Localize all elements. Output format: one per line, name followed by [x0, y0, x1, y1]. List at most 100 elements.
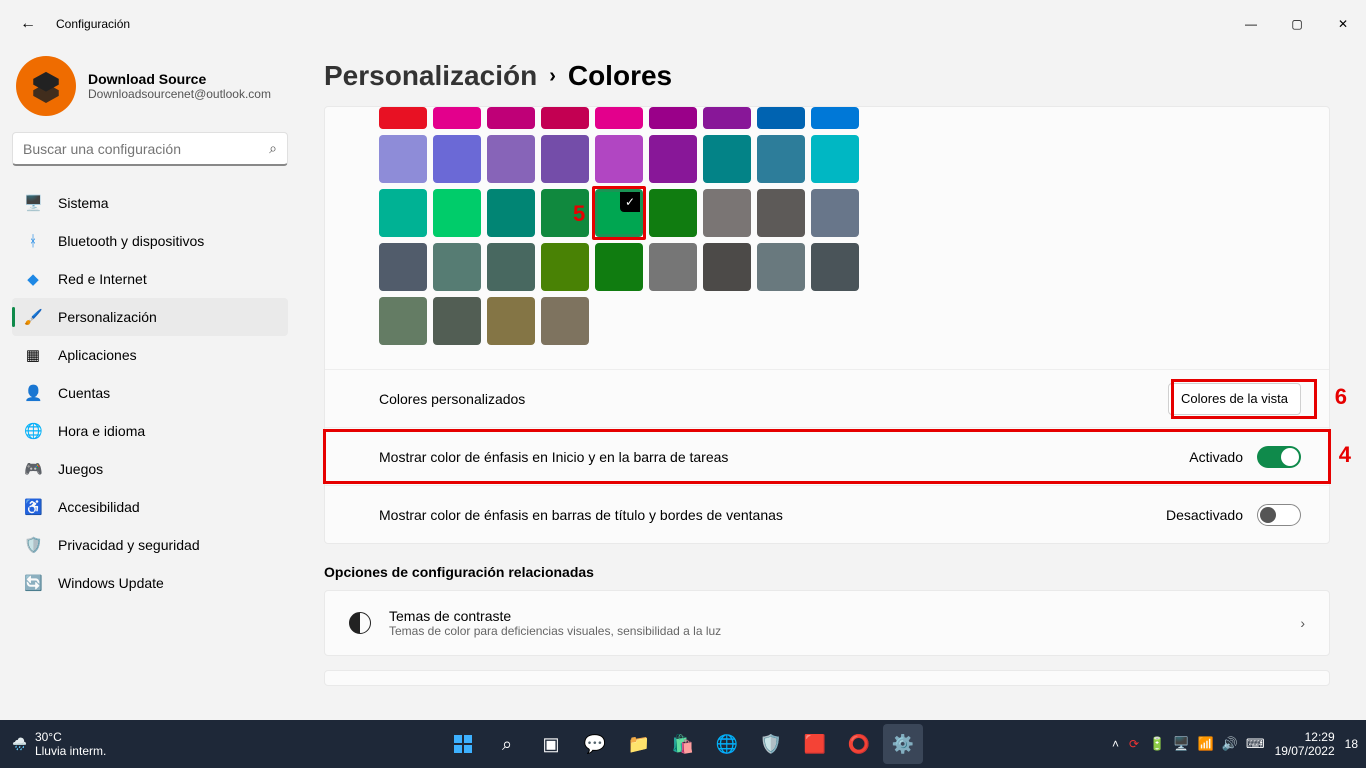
accent-start-toggle[interactable]	[1257, 446, 1301, 468]
tray-volume-icon[interactable]: 🔊	[1222, 736, 1238, 752]
nav-label: Bluetooth y dispositivos	[58, 233, 204, 249]
color-swatch[interactable]	[541, 135, 589, 183]
color-swatch[interactable]	[811, 189, 859, 237]
color-swatch[interactable]	[433, 107, 481, 129]
weather-temp: 30°C	[35, 730, 106, 744]
color-swatch[interactable]	[757, 243, 805, 291]
tray-wifi-icon[interactable]: 📶	[1197, 736, 1213, 752]
view-colors-button[interactable]: Colores de la vista	[1168, 383, 1301, 415]
sidebar-item[interactable]: 🔄Windows Update	[12, 564, 288, 602]
file-explorer-icon[interactable]: 📁	[619, 724, 659, 764]
color-swatch[interactable]	[703, 243, 751, 291]
breadcrumb: Personalización › Colores	[324, 60, 1330, 92]
color-swatch[interactable]	[433, 189, 481, 237]
tray-sync-icon[interactable]: ⟳	[1129, 737, 1139, 751]
color-swatch[interactable]	[595, 243, 643, 291]
sidebar-item[interactable]: 👤Cuentas	[12, 374, 288, 412]
color-swatch[interactable]	[541, 189, 589, 237]
chat-icon[interactable]: 💬	[575, 724, 615, 764]
color-swatch[interactable]	[703, 107, 751, 129]
tray-screen-icon[interactable]: 🖥️	[1173, 736, 1189, 752]
color-swatch[interactable]	[811, 135, 859, 183]
color-swatch[interactable]	[595, 135, 643, 183]
taskbar-weather[interactable]: 🌧️ 30°C Lluvia interm.	[0, 730, 106, 758]
profile-block[interactable]: Download Source Downloadsourcenet@outloo…	[12, 56, 288, 132]
sidebar-item[interactable]: 🖥️Sistema	[12, 184, 288, 222]
taskbar-clock[interactable]: 12:29 19/07/2022	[1275, 730, 1335, 758]
weather-desc: Lluvia interm.	[35, 744, 106, 758]
sidebar-item[interactable]: ♿Accesibilidad	[12, 488, 288, 526]
color-swatch[interactable]	[703, 135, 751, 183]
color-swatch[interactable]	[541, 297, 589, 345]
tray-language-icon[interactable]: ⌨	[1246, 736, 1265, 752]
sidebar-item[interactable]: ᚼBluetooth y dispositivos	[12, 222, 288, 260]
settings-icon[interactable]: ⚙️	[883, 724, 923, 764]
nav-icon: 🖥️	[24, 194, 42, 212]
accent-titlebar-state: Desactivado	[1166, 507, 1243, 523]
edge-icon[interactable]: 🌐	[707, 724, 747, 764]
color-swatch[interactable]	[811, 107, 859, 129]
breadcrumb-parent[interactable]: Personalización	[324, 60, 537, 92]
color-swatch[interactable]: ✓	[595, 189, 643, 237]
color-swatch[interactable]	[649, 189, 697, 237]
color-swatch[interactable]	[541, 107, 589, 129]
color-swatch[interactable]	[757, 135, 805, 183]
sidebar-item[interactable]: ◆Red e Internet	[12, 260, 288, 298]
color-swatch[interactable]	[487, 107, 535, 129]
accent-titlebar-label: Mostrar color de énfasis en barras de tí…	[379, 507, 1166, 523]
color-swatch[interactable]	[703, 189, 751, 237]
tray-battery-icon[interactable]: 🔋	[1149, 736, 1165, 752]
taskbar-search-icon[interactable]: ⌕	[487, 724, 527, 764]
app-icon[interactable]: 🟥	[795, 724, 835, 764]
notifications-badge[interactable]: 18	[1345, 737, 1358, 751]
color-swatch[interactable]	[487, 135, 535, 183]
color-swatch[interactable]	[649, 135, 697, 183]
color-swatch[interactable]	[433, 135, 481, 183]
color-swatch[interactable]	[541, 243, 589, 291]
color-swatch[interactable]	[379, 189, 427, 237]
security-icon[interactable]: 🛡️	[751, 724, 791, 764]
close-button[interactable]: ✕	[1320, 8, 1366, 40]
task-view-icon[interactable]: ▣	[531, 724, 571, 764]
color-swatch[interactable]	[595, 107, 643, 129]
sidebar-item[interactable]: 🖌️Personalización	[12, 298, 288, 336]
color-swatch[interactable]	[487, 243, 535, 291]
color-swatch[interactable]	[379, 135, 427, 183]
profile-email: Downloadsourcenet@outlook.com	[88, 87, 271, 101]
tray-chevron-icon[interactable]: ˄	[1112, 737, 1119, 751]
search-input[interactable]	[23, 141, 269, 157]
color-swatch[interactable]	[379, 107, 427, 129]
sidebar-item[interactable]: ▦Aplicaciones	[12, 336, 288, 374]
minimize-button[interactable]: ―	[1228, 8, 1274, 40]
color-swatch[interactable]	[433, 297, 481, 345]
search-box[interactable]: ⌕	[12, 132, 288, 166]
color-swatch[interactable]	[757, 189, 805, 237]
nav-icon: 🛡️	[24, 536, 42, 554]
search-icon: ⌕	[269, 140, 277, 157]
color-swatch[interactable]	[649, 107, 697, 129]
color-swatch[interactable]	[811, 243, 859, 291]
sidebar-item[interactable]: 🛡️Privacidad y seguridad	[12, 526, 288, 564]
accent-titlebar-toggle[interactable]	[1257, 504, 1301, 526]
color-swatch[interactable]	[757, 107, 805, 129]
contrast-themes-row[interactable]: Temas de contraste Temas de color para d…	[324, 590, 1330, 656]
chrome-icon[interactable]: ⭕	[839, 724, 879, 764]
maximize-button[interactable]: ▢	[1274, 8, 1320, 40]
color-swatch[interactable]	[649, 243, 697, 291]
sidebar-item[interactable]: 🎮Juegos	[12, 450, 288, 488]
store-icon[interactable]: 🛍️	[663, 724, 703, 764]
accent-start-label: Mostrar color de énfasis en Inicio y en …	[379, 449, 1189, 465]
back-button[interactable]: ←	[8, 15, 48, 33]
contrast-title: Temas de contraste	[389, 608, 721, 624]
accent-color-palette: ✓5	[379, 107, 1301, 351]
color-swatch[interactable]	[487, 189, 535, 237]
window-title: Configuración	[56, 17, 130, 31]
sidebar-item[interactable]: 🌐Hora e idioma	[12, 412, 288, 450]
color-swatch[interactable]	[379, 243, 427, 291]
start-button[interactable]	[443, 724, 483, 764]
accent-titlebar-row: Mostrar color de énfasis en barras de tí…	[325, 485, 1329, 543]
color-swatch[interactable]	[379, 297, 427, 345]
color-swatch[interactable]	[433, 243, 481, 291]
color-swatch[interactable]	[487, 297, 535, 345]
nav-icon: ◆	[24, 270, 42, 288]
